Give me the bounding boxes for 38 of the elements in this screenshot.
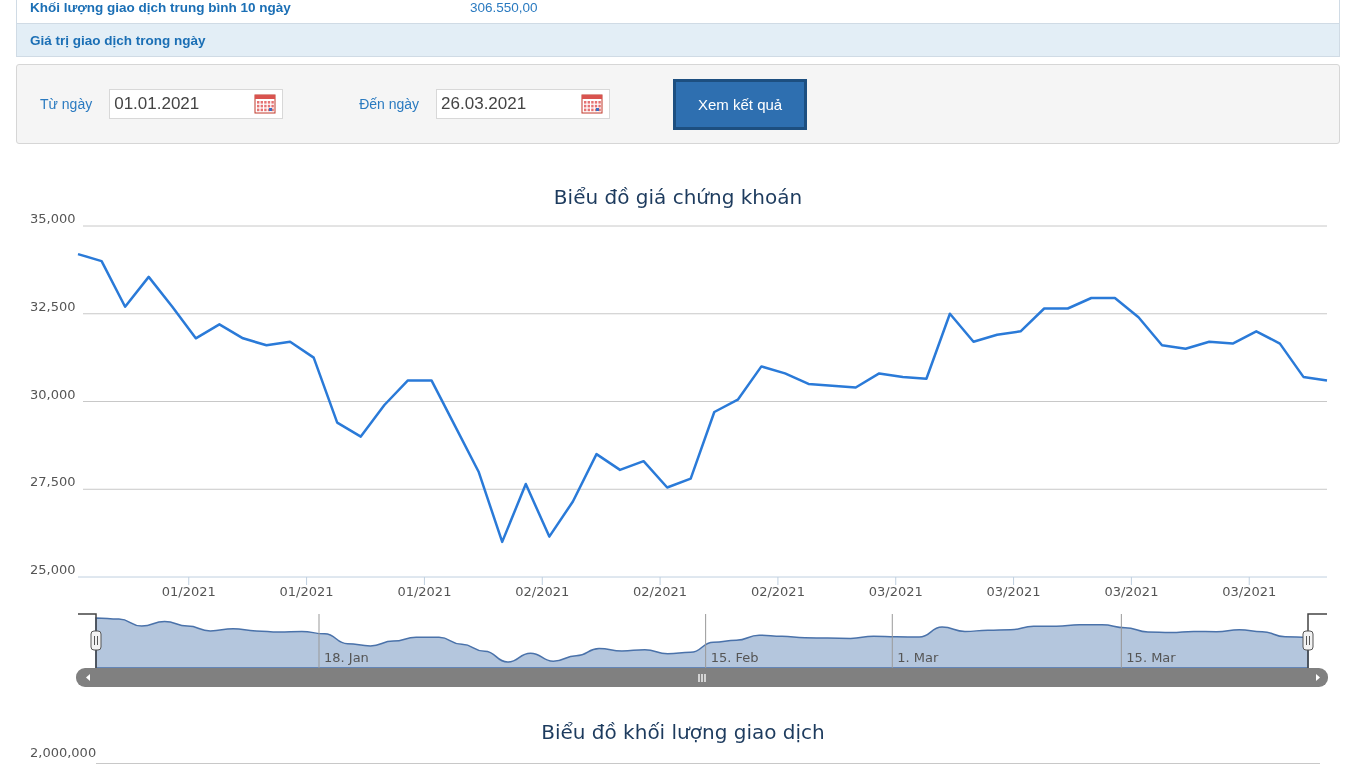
navigator-label: 15. Feb: [710, 650, 759, 665]
navigator-label: 15. Mar: [1126, 650, 1176, 665]
chart-title: Biểu đồ khối lượng giao dịch: [540, 720, 826, 744]
axis-label: 01/2021: [279, 584, 334, 599]
navigator-label: 1. Mar: [897, 650, 939, 665]
axis-label: 2,000,000: [30, 745, 97, 760]
axis-label: 03/2021: [1104, 584, 1159, 599]
to-label: Đến ngày: [359, 96, 420, 112]
calendar-icon[interactable]: [254, 94, 277, 114]
axis-label: 02/2021: [515, 584, 570, 599]
axis-label: 01/2021: [397, 584, 452, 599]
scrollbar-track[interactable]: [76, 668, 1328, 687]
axis-label: 01/2021: [161, 584, 216, 599]
navigator-label: 18. Jan: [324, 650, 369, 665]
scroll-right-icon[interactable]: [1316, 674, 1320, 681]
from-date-field[interactable]: 01.01.2021: [109, 89, 284, 119]
axis-label: 25,000: [30, 562, 76, 577]
axis-label: 32,500: [30, 298, 76, 314]
calendar-icon[interactable]: [581, 94, 604, 114]
axis-label: 27,500: [30, 474, 76, 490]
navigator-handle[interactable]: [1302, 630, 1314, 651]
section-header: Giá trị giao dịch trong ngày: [17, 24, 1339, 56]
axis-label: 03/2021: [1222, 584, 1277, 599]
scroll-left-icon[interactable]: [86, 674, 90, 681]
axis-label: 03/2021: [868, 584, 923, 599]
chart-title: Biểu đồ giá chứng khoán: [553, 185, 803, 209]
axis-label: 35,000: [30, 211, 76, 226]
to-date-field[interactable]: 26.03.2021: [436, 89, 611, 119]
axis-label: 02/2021: [633, 584, 688, 599]
scrollbar-grip-icon[interactable]: [698, 673, 706, 683]
axis-label: 03/2021: [986, 584, 1041, 599]
submit-button[interactable]: Xem kết quả: [673, 78, 808, 130]
navigator-handle[interactable]: [90, 630, 102, 651]
axis-label: 02/2021: [750, 584, 805, 599]
from-label: Từ ngày: [40, 96, 93, 112]
axis-label: 30,000: [30, 386, 76, 402]
info-label: Khối lượng giao dịch trung bình 10 ngày: [29, 0, 292, 16]
info-value: 306.550,00: [470, 0, 538, 16]
